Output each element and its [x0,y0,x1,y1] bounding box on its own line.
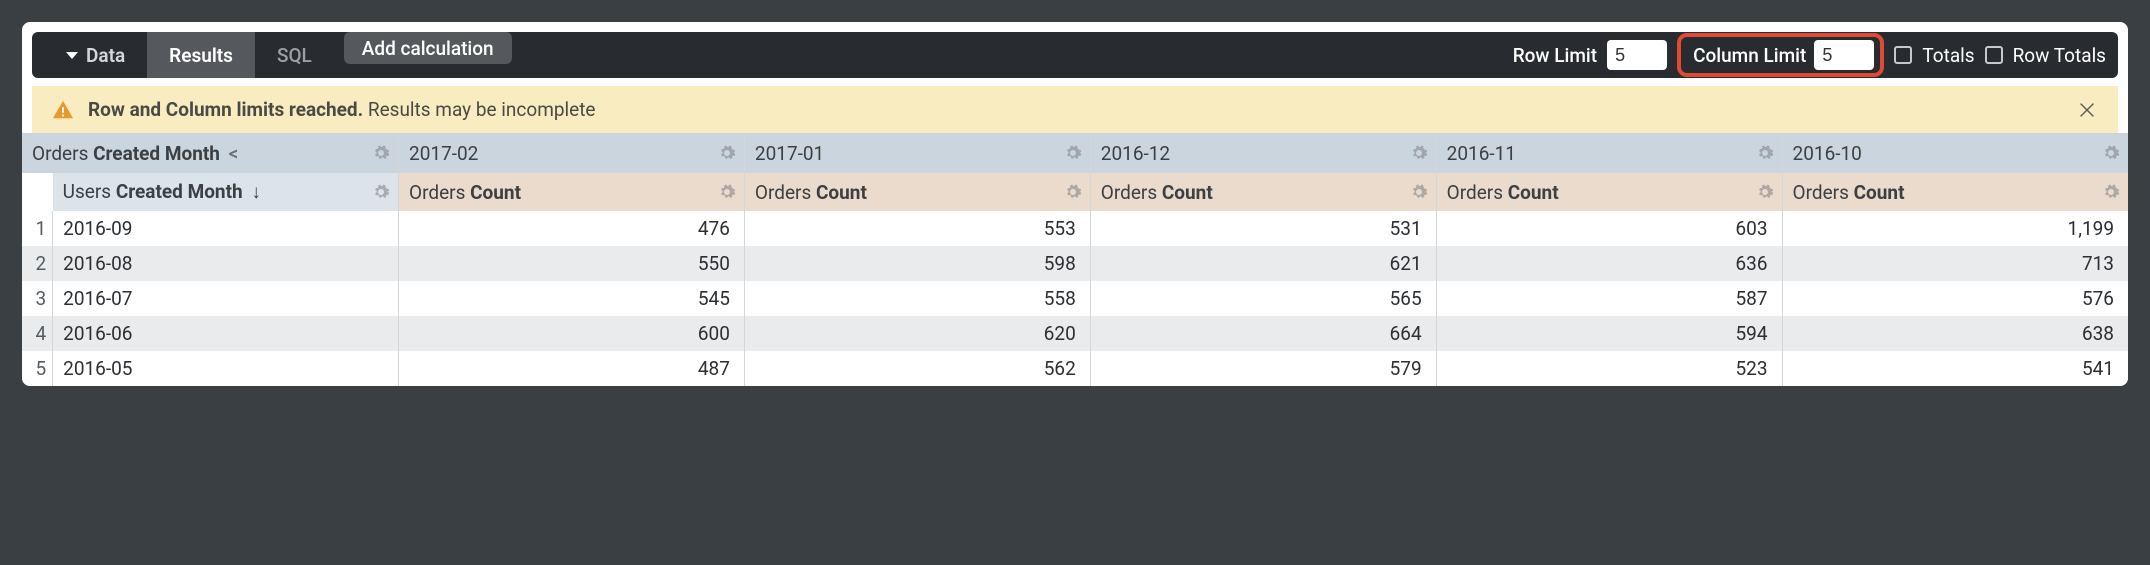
limits-warning-alert: Row and Column limits reached. Results m… [32,86,2118,133]
table-row: 12016-094765535316031,199 [22,211,2128,246]
table-row: 22016-08550598621636713 [22,246,2128,281]
pivot-col-header[interactable]: 2017-02 [399,133,745,173]
pivot-dimension-header[interactable]: Orders Created Month < [22,133,399,173]
totals-checkbox[interactable]: Totals [1894,44,1974,67]
column-limit-input[interactable] [1814,40,1874,70]
tab-sql[interactable]: SQL [255,32,334,78]
gear-icon[interactable] [718,183,736,201]
table-row: 32016-07545558565587576 [22,281,2128,316]
row-limit-input[interactable] [1607,40,1667,70]
gear-icon[interactable] [1756,144,1774,162]
column-limit-label: Column Limit [1693,44,1806,67]
tab-sql-label: SQL [277,44,312,67]
tab-data[interactable]: Data [44,32,147,78]
tab-results-label: Results [169,44,233,67]
alert-strong-text: Row and Column limits reached. [88,98,363,121]
checkbox-icon [1985,46,2003,64]
gear-icon[interactable] [372,144,390,162]
measure-header[interactable]: Orders Count [744,173,1090,211]
gear-icon[interactable] [1064,183,1082,201]
row-dimension-header[interactable]: Users Created Month ↓ [53,173,399,211]
warning-icon [52,99,74,121]
pivot-col-header[interactable]: 2016-12 [1090,133,1436,173]
add-calculation-button[interactable]: Add calculation [344,32,512,64]
checkbox-icon [1894,46,1912,64]
gear-icon[interactable] [1410,183,1428,201]
gear-icon[interactable] [2102,144,2120,162]
measure-header[interactable]: Orders Count [399,173,745,211]
caret-down-icon [66,52,78,59]
data-panel: Data Results SQL Add calculation Row Lim… [22,22,2128,386]
row-totals-label: Row Totals [2013,44,2106,67]
add-calculation-label: Add calculation [362,37,494,60]
gear-icon[interactable] [2102,183,2120,201]
results-table: Orders Created Month < 2017-02 2017-01 [22,133,2128,386]
table-row: 42016-06600620664594638 [22,316,2128,351]
gear-icon[interactable] [1756,183,1774,201]
measure-header[interactable]: Orders Count [1090,173,1436,211]
measure-header[interactable]: Orders Count [1436,173,1782,211]
measure-header[interactable]: Orders Count [1782,173,2128,211]
row-totals-checkbox[interactable]: Row Totals [1985,44,2106,67]
alert-detail-text: Results may be incomplete [368,98,596,121]
data-toolbar: Data Results SQL Add calculation Row Lim… [32,32,2118,78]
gear-icon[interactable] [1410,144,1428,162]
gear-icon[interactable] [372,183,390,201]
row-limit-label: Row Limit [1513,44,1597,67]
column-limit-group: Column Limit [1677,33,1884,77]
row-index-header [22,173,53,211]
alert-dismiss-button[interactable] [2076,99,2098,121]
table-row: 52016-05487562579523541 [22,351,2128,386]
tab-results[interactable]: Results [147,32,255,78]
pivot-col-header[interactable]: 2016-10 [1782,133,2128,173]
totals-label: Totals [1922,44,1974,67]
pivot-col-header[interactable]: 2016-11 [1436,133,1782,173]
chevron-left-icon: < [229,142,239,165]
sort-desc-icon: ↓ [251,180,261,203]
pivot-col-header[interactable]: 2017-01 [744,133,1090,173]
gear-icon[interactable] [718,144,736,162]
tab-data-label: Data [86,44,125,67]
gear-icon[interactable] [1064,144,1082,162]
